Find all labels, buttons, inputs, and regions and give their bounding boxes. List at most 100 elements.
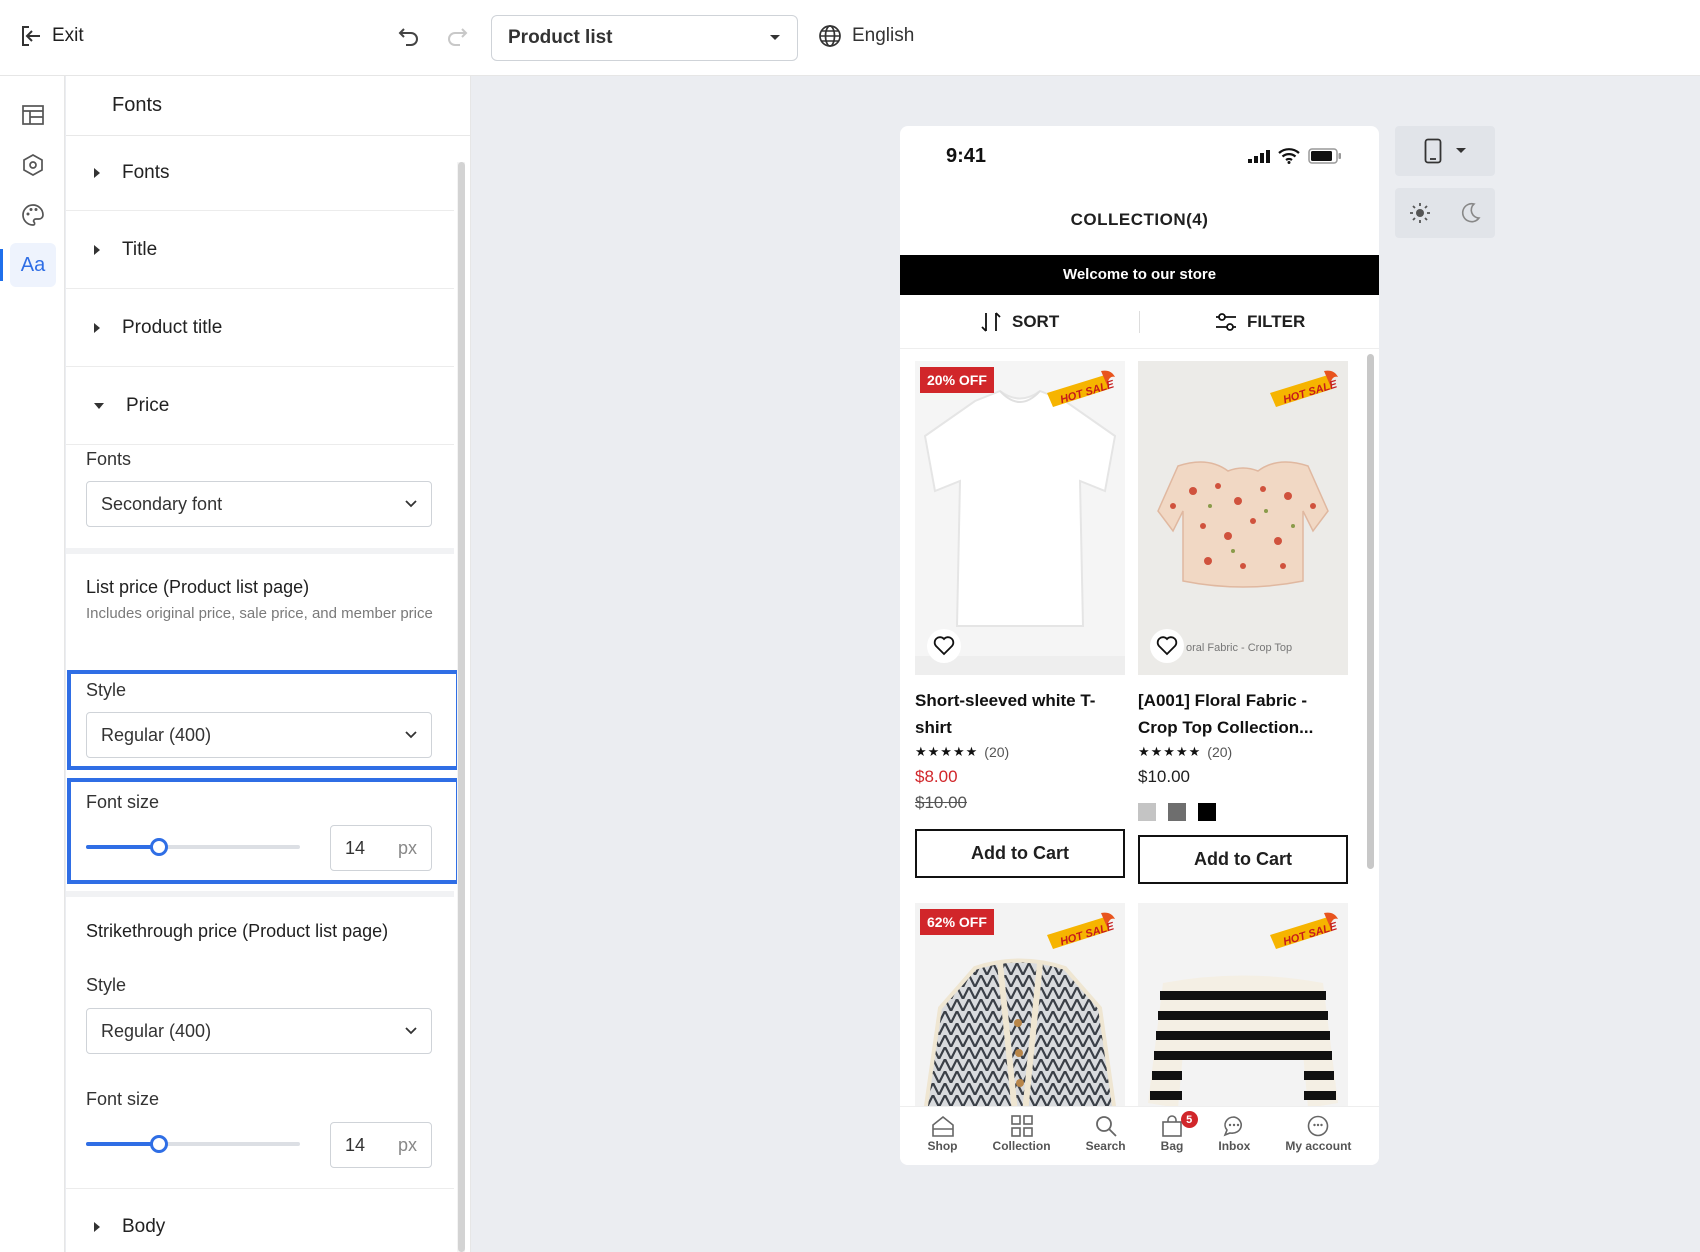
wishlist-button[interactable]	[1150, 629, 1184, 663]
slider-handle[interactable]	[149, 1135, 168, 1153]
strikethrough-price-title: Strikethrough price (Product list page)	[86, 921, 389, 941]
accordion-title[interactable]: Title	[66, 211, 454, 289]
language-switch[interactable]: English	[818, 24, 914, 48]
add-to-cart-button[interactable]: Add to Cart	[1138, 835, 1348, 884]
caret-down-icon	[770, 35, 780, 40]
product-name[interactable]: [A001] Floral Fabric - Crop Top Collecti…	[1138, 687, 1348, 741]
bag-icon	[1162, 1115, 1182, 1137]
add-to-cart-button[interactable]: Add to Cart	[915, 829, 1125, 878]
account-icon	[1308, 1115, 1329, 1137]
accordion-product-title[interactable]: Product title	[66, 289, 454, 367]
caret-down-icon	[1456, 148, 1466, 153]
exit-button[interactable]: Exit	[20, 24, 84, 48]
caret-right-icon	[94, 244, 100, 255]
product-card[interactable]: 62% OFF HOT SALE	[915, 903, 1125, 1113]
product-name[interactable]: Short-sleeved white T-shirt	[915, 687, 1125, 741]
list-price-font-size-input[interactable]: 14 px	[330, 825, 432, 871]
accordion-fonts[interactable]: Fonts	[66, 135, 454, 211]
mobile-icon	[1424, 138, 1442, 164]
top-bar: Exit Product list English	[0, 0, 1700, 76]
color-swatch[interactable]	[1168, 803, 1186, 821]
collection-title: COLLECTION(4)	[1070, 210, 1209, 229]
phone-preview: 9:41 COLLECTION(4) Welcome to our store …	[900, 126, 1379, 1165]
theme-toggle	[1395, 188, 1495, 238]
redo-button[interactable]	[446, 24, 468, 51]
strikethrough-style-select[interactable]: Regular (400)	[86, 1008, 432, 1054]
style-value: Regular (400)	[101, 1020, 212, 1041]
hexagon-settings-icon	[23, 154, 43, 176]
style-label: Style	[86, 975, 127, 995]
color-swatch[interactable]	[1198, 803, 1216, 821]
left-rail: Aa	[0, 76, 65, 1252]
tab-my-account[interactable]: My account	[1285, 1115, 1351, 1165]
tab-inbox[interactable]: Inbox	[1218, 1115, 1250, 1165]
wishlist-button[interactable]	[927, 629, 961, 663]
undo-button[interactable]	[398, 24, 420, 51]
panel-title: Fonts	[112, 94, 163, 116]
device-select[interactable]	[1395, 126, 1495, 176]
product-image[interactable]: HOT SALE	[1138, 903, 1348, 1113]
color-swatches	[1138, 799, 1348, 825]
fonts-label: Fonts	[86, 449, 132, 469]
tab-shop[interactable]: Shop	[928, 1115, 958, 1165]
list-price-style-select[interactable]: Regular (400)	[86, 712, 432, 758]
caret-right-icon	[94, 322, 100, 333]
announcement-banner: Welcome to our store	[900, 255, 1379, 295]
sort-button[interactable]: SORT	[980, 295, 1059, 349]
panel-scrollbar[interactable]	[458, 162, 465, 1252]
product-image[interactable]: 62% OFF HOT SALE	[915, 903, 1125, 1113]
product-image[interactable]: 20% OFF HOT SALE	[915, 361, 1125, 675]
signal-icon	[1248, 150, 1270, 163]
wifi-icon	[1278, 148, 1300, 164]
list-price-font-size-slider[interactable]	[86, 837, 300, 857]
page-select[interactable]: Product list	[491, 15, 798, 61]
shop-icon	[931, 1115, 954, 1137]
section-separator	[66, 891, 454, 897]
color-swatch[interactable]	[1138, 803, 1156, 821]
filter-icon	[1216, 313, 1236, 331]
tab-label: Shop	[927, 1139, 958, 1153]
rail-fonts[interactable]: Aa	[0, 243, 56, 287]
filter-button[interactable]: FILTER	[1215, 295, 1305, 349]
rail-settings[interactable]	[10, 143, 56, 187]
chevron-down-icon	[405, 731, 417, 739]
chat-icon	[1223, 1116, 1243, 1137]
settings-panel: Fonts Fonts Title Product title Price Fo…	[66, 76, 471, 1252]
slider-fill	[86, 1142, 159, 1146]
list-price-title: List price (Product list page)	[86, 577, 310, 597]
style-value: Regular (400)	[101, 724, 212, 745]
search-icon	[1095, 1116, 1117, 1137]
product-rating: ★★★★★ (20)	[915, 741, 1125, 763]
palette-icon	[22, 204, 44, 226]
star-icons: ★★★★★	[915, 744, 979, 759]
tab-bag[interactable]: 5 Bag	[1160, 1111, 1198, 1165]
rail-layout[interactable]	[10, 93, 56, 137]
slider-handle[interactable]	[149, 838, 168, 856]
sort-filter-bar: SORT FILTER	[900, 295, 1379, 349]
product-card[interactable]: 20% OFF HOT SALE Short-sleeved white T-s…	[915, 361, 1125, 878]
product-card[interactable]: oral Fabric - Crop Top HOT SALE [A001] F…	[1138, 361, 1348, 884]
rail-theme[interactable]	[10, 193, 56, 237]
font-size-unit: px	[397, 837, 417, 858]
tab-label: Bag	[1160, 1139, 1184, 1153]
tab-collection[interactable]: Collection	[993, 1115, 1051, 1165]
strikethrough-font-size-input[interactable]: 14 px	[330, 1122, 432, 1168]
preview-scrollbar[interactable]	[1367, 354, 1374, 869]
dark-mode-button[interactable]	[1445, 188, 1495, 238]
font-family-select[interactable]: Secondary font	[86, 481, 432, 527]
product-card[interactable]: HOT SALE	[1138, 903, 1348, 1113]
accordion-body[interactable]: Body	[66, 1188, 454, 1252]
sun-icon	[1410, 203, 1430, 223]
strikethrough-font-size-slider[interactable]	[86, 1134, 300, 1154]
light-mode-button[interactable]	[1395, 188, 1445, 238]
image-caption: oral Fabric - Crop Top	[1186, 642, 1292, 654]
status-icons	[1248, 148, 1342, 164]
undo-icon	[398, 28, 418, 46]
tab-label: Collection	[992, 1139, 1051, 1153]
heart-icon	[933, 636, 955, 656]
font-size-unit: px	[397, 1134, 417, 1155]
product-image[interactable]: oral Fabric - Crop Top HOT SALE	[1138, 361, 1348, 675]
tab-search[interactable]: Search	[1086, 1115, 1126, 1165]
chevron-down-icon	[405, 500, 417, 508]
accordion-price[interactable]: Price	[66, 367, 454, 445]
